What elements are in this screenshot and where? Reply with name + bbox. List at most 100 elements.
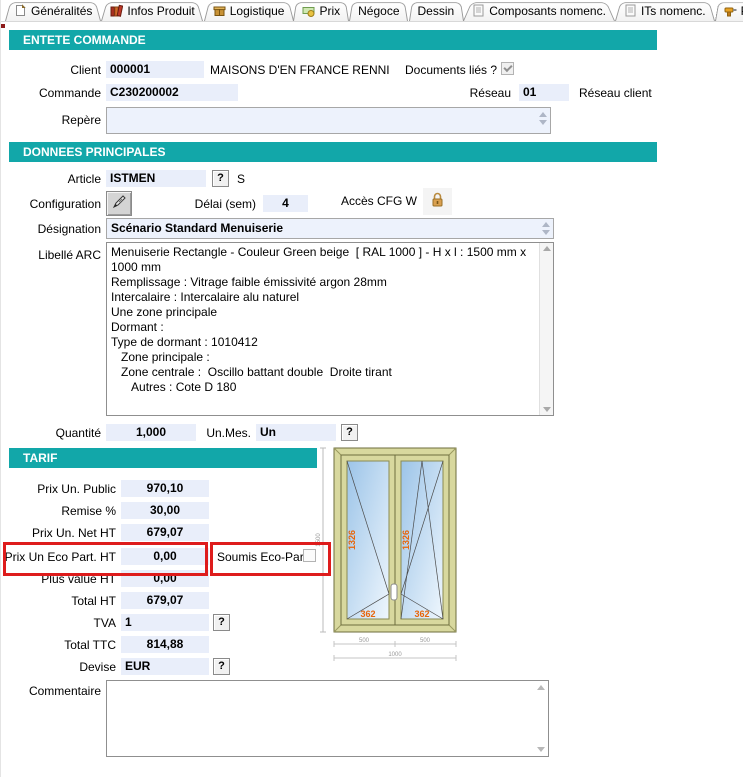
designation-value: Scénario Standard Menuiserie [111,221,283,235]
money-icon [302,4,315,17]
chevron-down-icon [542,230,550,235]
configuration-label: Configuration [1,197,101,211]
window-drawing-svg: 1500 1326 1326 [311,444,463,670]
tab-prix[interactable]: Prix [293,0,349,21]
article-field[interactable]: ISTMEN [106,170,206,187]
libelle-scrollbar[interactable] [539,243,553,415]
delai-field[interactable]: 4 [263,195,308,212]
commande-field[interactable]: C230200002 [106,84,238,101]
tva-field[interactable]: 1 [121,614,209,631]
tab-label: Logistique [230,4,285,18]
commande-label: Commande [1,86,101,100]
plus-value-field[interactable]: 0,00 [121,570,209,587]
quantite-label: Quantité [1,426,101,440]
tab-label: Généralités [31,4,92,18]
repere-label: Repère [1,113,101,127]
unmes-field[interactable]: Un [256,424,336,441]
devise-field[interactable]: EUR [121,658,209,675]
devise-label: Devise [1,660,116,674]
remise-label: Remise % [1,504,116,518]
reseau-client-text: Réseau client [579,86,652,100]
prix-net-label: Prix Un. Net HT [1,526,116,540]
document-lines-icon [624,4,637,17]
client-field[interactable]: 000001 [106,61,204,78]
tab-bar: Généralités Infos Produit Logistique Pri… [1,0,743,22]
commentaire-label: Commentaire [1,684,101,698]
pen-icon [111,194,127,213]
unmes-lookup-button[interactable]: ? [341,424,358,441]
tab-generalites[interactable]: Généralités [5,0,101,21]
tab-negoce[interactable]: Négoce [349,0,408,21]
documents-lies-label: Documents liés ? [405,63,497,77]
reseau-field[interactable]: 01 [519,84,569,101]
total-ht-field[interactable]: 679,07 [121,592,209,609]
section-entete-commande: ENTETE COMMANDE [9,30,657,50]
chevron-up-icon [542,222,550,227]
tab-pose[interactable]: Pose [715,0,743,21]
soumis-eco-part-label: Soumis Eco-Part. [217,550,310,564]
pane-height-right: 1326 [401,530,411,550]
devise-lookup-button[interactable]: ? [213,658,230,675]
document-icon [14,4,27,17]
tab-dessin[interactable]: Dessin [409,0,464,21]
configuration-button[interactable] [106,191,132,216]
remise-field[interactable]: 30,00 [121,502,209,519]
document-lines-icon [472,4,485,17]
tab-label: ITs nomenc. [641,4,706,18]
unmes-label: Un.Mes. [196,426,251,440]
repere-value [107,106,115,124]
prix-net-field[interactable]: 679,07 [121,524,209,541]
total-ttc-field[interactable]: 814,88 [121,636,209,653]
pane-width-right: 362 [414,609,429,619]
dim-width-total: 1000 [388,652,402,658]
libelle-arc-label: Libellé ARC [1,248,101,262]
commentaire-field[interactable] [106,680,549,757]
reseau-label: Réseau [411,86,511,100]
article-suffix-text: S [237,172,245,186]
quantite-field[interactable]: 1,000 [106,424,196,441]
client-name-text: MAISONS D'EN FRANCE RENNI [210,63,390,77]
commentaire-scroll-down[interactable] [537,747,545,752]
eco-part-field[interactable]: 0,00 [121,548,209,565]
chevron-down-icon [539,120,547,125]
scroll-down-icon [543,407,551,412]
tva-label: TVA [1,616,116,630]
chevron-up-icon [539,112,547,117]
tab-logistique[interactable]: Logistique [204,0,294,21]
dim-width-left: 500 [359,638,370,644]
repere-spinner[interactable] [539,112,547,125]
tab-composants-nomenc[interactable]: Composants nomenc. [463,0,615,21]
product-drawing: 1500 1326 1326 [311,444,463,670]
designation-field[interactable]: Scénario Standard Menuiserie [106,218,554,239]
acces-cfg-button[interactable] [423,188,452,215]
scroll-down-icon [537,747,545,752]
tab-its-nomenc[interactable]: ITs nomenc. [615,0,715,21]
total-ht-label: Total HT [1,594,116,608]
scroll-up-icon [543,246,551,251]
plus-value-label: Plus value HT [1,572,116,586]
order-price-window: Généralités Infos Produit Logistique Pri… [0,0,743,777]
tab-label: Infos Produit [127,4,194,18]
tab-infos-produit[interactable]: Infos Produit [101,0,203,21]
repere-field[interactable] [106,107,551,134]
libelle-arc-field[interactable]: Menuiserie Rectangle - Couleur Green bei… [106,242,554,416]
commentaire-scroll-up[interactable] [537,685,545,690]
tab-label: Négoce [358,4,399,18]
books-icon [110,4,123,17]
documents-lies-checkbox[interactable] [501,62,514,75]
section-tarif: TARIF [9,448,317,468]
commentaire-value [107,679,115,697]
total-ttc-label: Total TTC [1,638,116,652]
dim-height-label: 1500 [316,533,322,547]
delai-label: Délai (sem) [156,197,256,211]
scroll-up-icon [537,685,545,690]
prix-public-field[interactable]: 970,10 [121,480,209,497]
tva-lookup-button[interactable]: ? [213,614,230,631]
eco-part-label: Prix Un Eco Part. HT [1,550,116,564]
libelle-arc-value: Menuiserie Rectangle - Couleur Green bei… [107,243,538,415]
designation-spinner[interactable] [542,222,550,235]
tab-label: Prix [319,4,340,18]
article-label: Article [1,172,101,186]
designation-label: Désignation [1,222,101,236]
article-lookup-button[interactable]: ? [212,170,229,187]
